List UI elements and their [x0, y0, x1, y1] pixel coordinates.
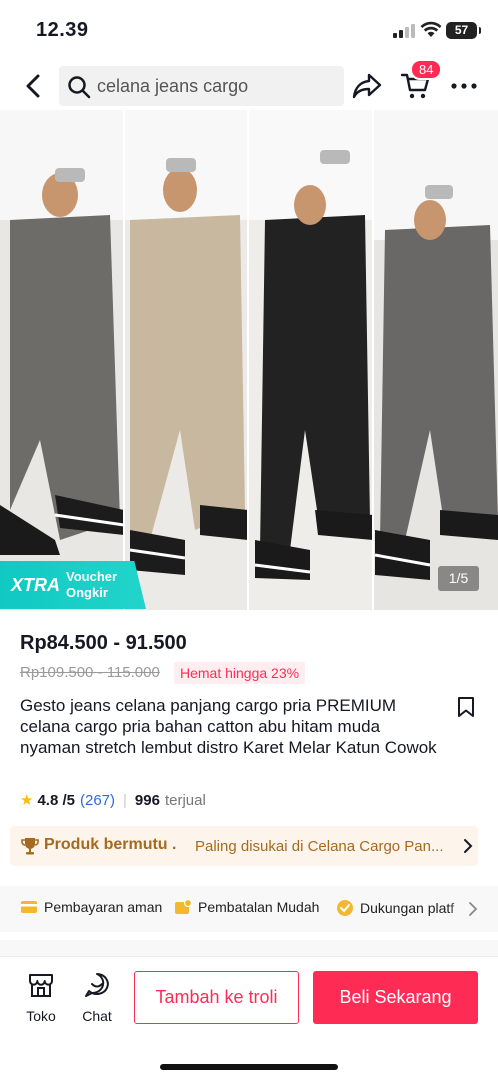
original-price: Rp109.500 - 115.000 [20, 664, 160, 681]
xtra-label: XTRA [11, 575, 60, 595]
top-nav: celana jeans cargo 84 [0, 59, 498, 110]
buy-now-button[interactable]: Beli Sekarang [313, 971, 478, 1024]
product-image-carousel[interactable] [0, 110, 498, 610]
battery-indicator: 57 [446, 22, 481, 39]
chevron-right-icon [464, 839, 473, 853]
sold-label: terjual [164, 791, 206, 809]
bottom-action-bar: Toko Chat Tambah ke troli Beli Sekarang [0, 956, 498, 1080]
more-options-icon[interactable] [450, 70, 478, 102]
search-query: celana jeans cargo [97, 76, 249, 96]
product-price: Rp84.500 - 91.500 [20, 632, 187, 654]
benefit-cancel-label: Pembatalan Mudah [198, 899, 320, 915]
product-title: Gesto jeans celana panjang cargo pria PR… [20, 696, 437, 757]
cancel-box-icon [175, 899, 192, 914]
benefit-payment-label: Pembayaran aman [44, 899, 163, 915]
toko-label: Toko [26, 1008, 56, 1024]
discount-badge: Hemat hingga 23% [174, 662, 306, 684]
xtra-sub-line-2: Ongkir [66, 585, 108, 600]
star-icon: ★ [20, 792, 34, 809]
share-icon[interactable] [351, 70, 383, 102]
toko-button[interactable]: Toko [20, 971, 62, 1024]
rating-row[interactable]: ★ 4.8 /5 (267) | 996 terjual [20, 790, 206, 810]
back-arrow-icon[interactable] [18, 70, 50, 102]
search-bar[interactable]: celana jeans cargo [59, 66, 344, 106]
xtra-sub-line-1: Voucher [66, 569, 118, 584]
home-indicator [160, 1064, 338, 1070]
xtra-sub-label: Voucher Ongkir [66, 569, 117, 601]
benefits-row[interactable]: Pembayaran aman Pembatalan Mudah Dukunga… [0, 886, 498, 932]
xtra-voucher-badge: XTRA Voucher Ongkir [0, 561, 146, 609]
chevron-right-icon [469, 902, 478, 916]
wifi-icon [420, 21, 442, 37]
add-to-cart-button[interactable]: Tambah ke troli [134, 971, 299, 1024]
bookmark-icon[interactable] [456, 696, 476, 718]
search-icon [68, 76, 91, 99]
chat-label: Chat [82, 1008, 112, 1024]
image-pager: 1/5 [438, 566, 479, 591]
quality-banner[interactable]: Produk bermutu . Paling disukai di Celan… [10, 826, 478, 866]
status-time: 12.39 [36, 19, 89, 41]
status-bar: 12.39 57 [0, 0, 498, 58]
benefit-cancel: Pembatalan Mudah [174, 899, 319, 915]
divider: | [123, 791, 127, 809]
benefit-payment: Pembayaran aman [20, 899, 162, 915]
product-photo [0, 110, 498, 610]
trophy-icon [21, 838, 39, 855]
review-count[interactable]: (267) [80, 792, 115, 809]
check-badge-icon [337, 900, 353, 916]
wallet-icon [21, 901, 37, 913]
store-icon [29, 974, 53, 997]
quality-title: Produk bermutu . [44, 836, 177, 853]
benefit-support-label: Dukungan platf [360, 900, 455, 916]
section-divider [0, 940, 498, 956]
rating-score: 4.8 /5 [37, 791, 75, 809]
cellular-signal-icon [393, 24, 415, 38]
chat-icon [85, 973, 109, 997]
benefit-support: Dukungan platf [336, 899, 454, 917]
sold-count: 996 [134, 791, 160, 809]
quality-description: Paling disukai di Celana Cargo Pan... [195, 838, 444, 855]
cart-count-badge: 84 [410, 59, 443, 80]
chat-button[interactable]: Chat [76, 971, 118, 1024]
